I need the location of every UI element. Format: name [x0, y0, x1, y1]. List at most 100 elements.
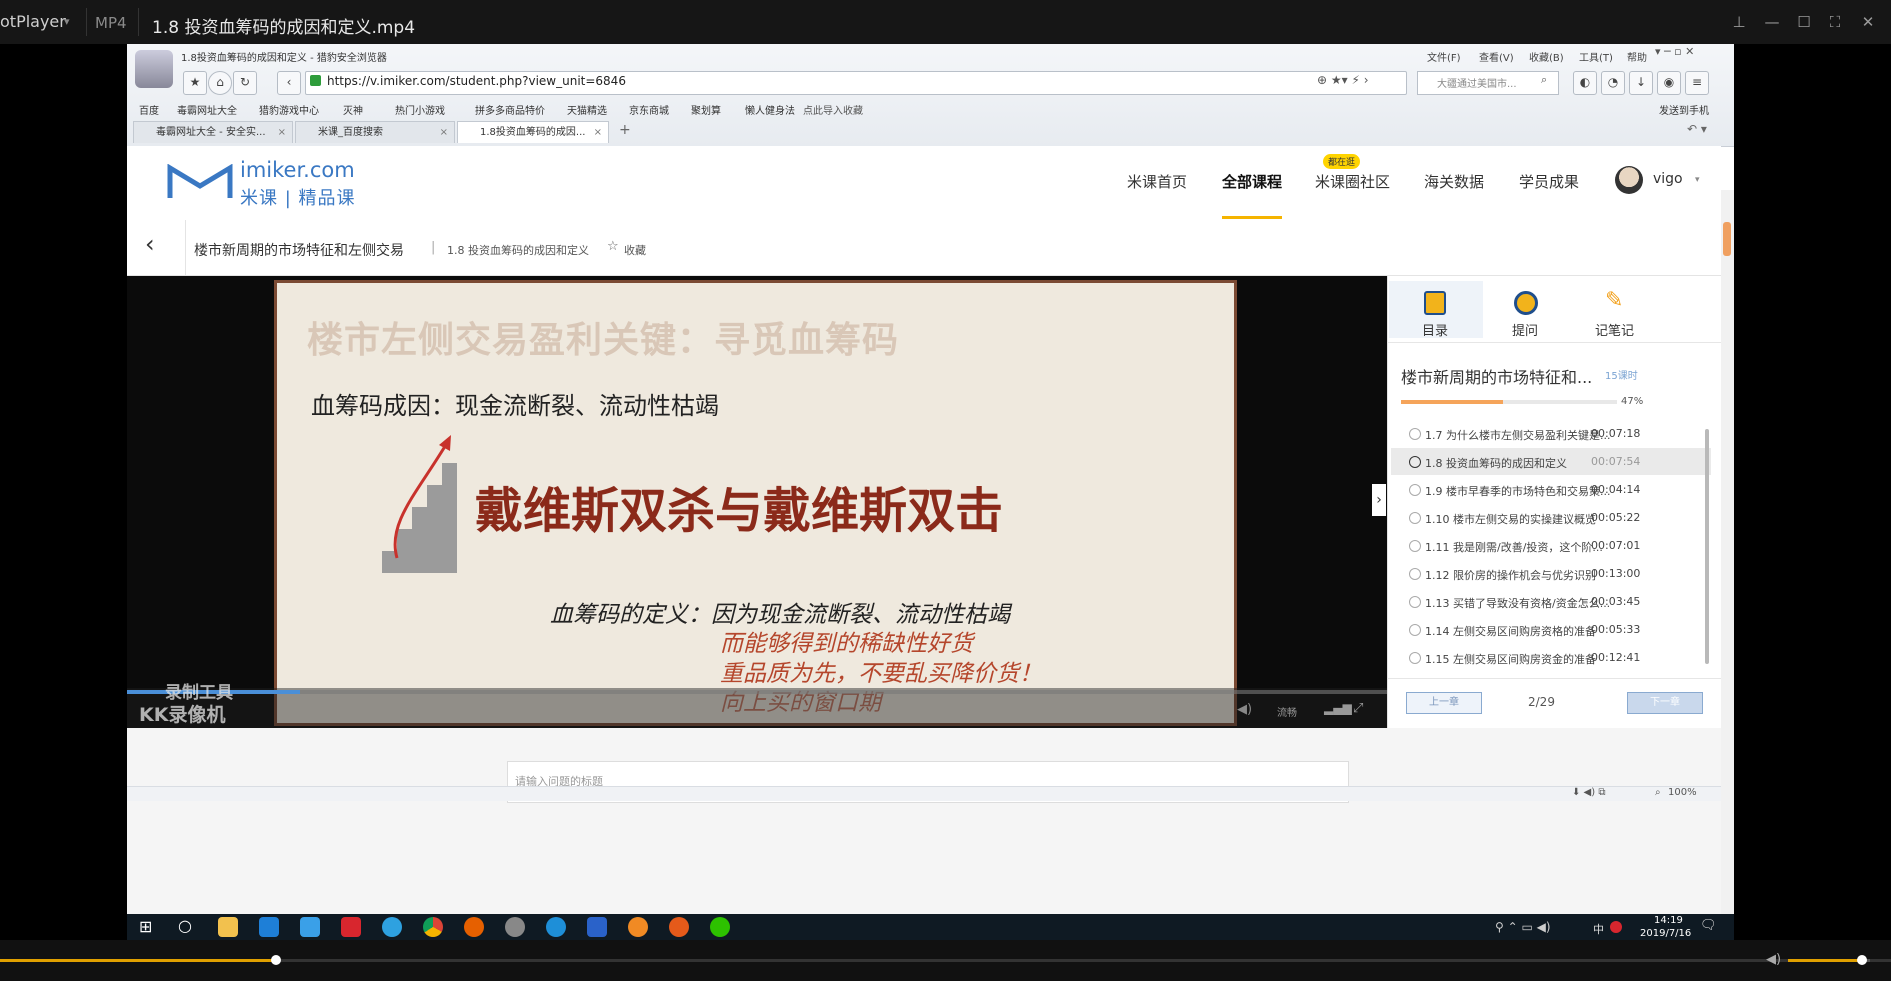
new-tab-icon[interactable]: +: [619, 122, 631, 138]
import-bookmarks-link[interactable]: 点此导入收藏: [803, 102, 863, 117]
nav-community[interactable]: 米课圈社区: [1315, 171, 1390, 192]
maximize-icon[interactable]: ☐: [1791, 10, 1817, 34]
bookmark[interactable]: 懒人健身法: [745, 102, 795, 117]
cortana-icon[interactable]: ○: [178, 916, 192, 935]
back-icon[interactable]: ‹: [277, 71, 301, 95]
home-icon[interactable]: ⌂: [208, 71, 232, 95]
bookmark[interactable]: 热门小游戏: [395, 102, 445, 117]
collapse-panel-icon[interactable]: ›: [1372, 484, 1386, 516]
chevron-left-icon[interactable]: ‹: [145, 230, 155, 258]
app-fox-icon[interactable]: [669, 917, 689, 937]
video-seek-track[interactable]: [127, 690, 1387, 694]
next-chapter-button[interactable]: 下一章: [1627, 692, 1703, 714]
lesson-item[interactable]: 1.9 楼市早春季的市场特色和交易策...: [1425, 483, 1725, 499]
notification-icon[interactable]: 🗨: [1700, 918, 1717, 933]
wechat-icon[interactable]: [710, 917, 730, 937]
volume-icon[interactable]: ◀): [1766, 952, 1781, 967]
quality-label[interactable]: 流畅: [1277, 704, 1297, 719]
refresh-icon[interactable]: ↻: [233, 71, 257, 95]
security-tray-icon[interactable]: [1610, 921, 1622, 933]
bookmark[interactable]: 灭神: [343, 102, 363, 117]
edge-icon[interactable]: [259, 917, 279, 937]
tab-tools-icon[interactable]: ↶ ▾: [1687, 122, 1707, 136]
imiker-logo-icon[interactable]: [167, 164, 233, 200]
nav-home[interactable]: 米课首页: [1127, 171, 1187, 192]
lesson-item[interactable]: 1.10 楼市左侧交易的实操建议概览: [1425, 511, 1725, 527]
user-name[interactable]: vigo: [1653, 171, 1683, 187]
window-controls[interactable]: ▾ ─ ▫ ✕: [1655, 45, 1694, 58]
explorer-icon[interactable]: [218, 917, 238, 937]
chrome-icon[interactable]: [423, 917, 443, 937]
minimize-icon[interactable]: —: [1759, 10, 1785, 34]
fullscreen-icon[interactable]: ⛶: [1822, 10, 1848, 34]
tab-close-icon[interactable]: ×: [278, 122, 286, 144]
favorite-label[interactable]: 收藏: [624, 242, 646, 258]
search-app-icon[interactable]: [546, 917, 566, 937]
favorite-icon[interactable]: ☆: [607, 239, 619, 254]
download-icon[interactable]: ↓: [1629, 71, 1653, 95]
app-orange-icon[interactable]: [628, 917, 648, 937]
page-scrollbar[interactable]: [1721, 190, 1734, 914]
tab-active[interactable]: 1.8投资血筹码的成因... ×: [457, 121, 609, 143]
tab[interactable]: 米课_百度搜索 ×: [295, 121, 455, 143]
ime-indicator[interactable]: 中: [1593, 921, 1604, 937]
zoom-level[interactable]: 100%: [1668, 787, 1697, 798]
menu-favorites[interactable]: 收藏(B): [1529, 49, 1564, 64]
bookmark[interactable]: 聚划算: [691, 102, 721, 117]
lesson-item[interactable]: 1.8 投资血筹码的成因和定义: [1425, 455, 1725, 471]
volume-icon[interactable]: ◀): [1237, 702, 1252, 717]
app-icon[interactable]: [505, 917, 525, 937]
prev-chapter-button[interactable]: 上一章: [1406, 692, 1482, 714]
menu-tools[interactable]: 工具(T): [1579, 49, 1613, 64]
bookmark[interactable]: 京东商城: [629, 102, 669, 117]
catalog-icon[interactable]: [1424, 291, 1446, 315]
menu-icon[interactable]: ≡: [1685, 71, 1709, 95]
menu-view[interactable]: 查看(V): [1479, 49, 1514, 64]
tool-icon[interactable]: ◔: [1601, 71, 1625, 95]
tab-close-icon[interactable]: ×: [594, 122, 602, 144]
lesson-item[interactable]: 1.14 左侧交易区间购房资格的准备: [1425, 623, 1725, 639]
pencil-icon[interactable]: ✎: [1605, 288, 1623, 313]
qq-browser-icon[interactable]: [382, 917, 402, 937]
fullscreen-icon[interactable]: ⤢: [1353, 701, 1363, 716]
nav-customs-data[interactable]: 海关数据: [1424, 171, 1484, 192]
lesson-item[interactable]: 1.15 左侧交易区间购房资金的准备: [1425, 651, 1725, 667]
volume-handle[interactable]: [1856, 955, 1867, 965]
bookmark[interactable]: 拼多多商品特价: [475, 102, 545, 117]
url-text[interactable]: https://v.imiker.com/student.php?view_un…: [327, 74, 626, 88]
question-icon[interactable]: [1514, 291, 1538, 315]
address-tools-icon[interactable]: ⊕ ★▾ ⚡ ›: [1317, 73, 1369, 87]
player-seek-track[interactable]: [0, 959, 1891, 962]
tab-catalog[interactable]: 目录: [1422, 320, 1448, 339]
scrollbar-thumb[interactable]: [1723, 222, 1731, 256]
tab-notes[interactable]: 记笔记: [1595, 320, 1634, 339]
lesson-item[interactable]: 1.11 我是刚需/改善/投资，这个阶...: [1425, 539, 1725, 555]
bookmark[interactable]: 毒霸网址大全: [177, 102, 237, 117]
back-button[interactable]: [127, 220, 186, 275]
course-title[interactable]: 楼市新周期的市场特征和左侧交易: [194, 240, 404, 260]
bookmark[interactable]: 百度: [139, 102, 159, 117]
list-scrollbar[interactable]: [1705, 429, 1709, 664]
nav-student-results[interactable]: 学员成果: [1519, 171, 1579, 192]
send-to-phone[interactable]: 发送到手机: [1659, 102, 1709, 117]
clock-date[interactable]: 2019/7/16: [1640, 928, 1691, 939]
ie-icon[interactable]: [300, 917, 320, 937]
chevron-down-icon[interactable]: ▾: [64, 15, 70, 28]
menu-file[interactable]: 文件(F): [1427, 49, 1461, 64]
close-icon[interactable]: ✕: [1855, 10, 1881, 34]
zoom-icon[interactable]: ⌕: [1655, 787, 1661, 798]
pin-icon[interactable]: ⊥: [1726, 10, 1752, 34]
menu-help[interactable]: 帮助: [1627, 49, 1647, 64]
tool-icon[interactable]: ◉: [1657, 71, 1681, 95]
bookmark[interactable]: 猎豹游戏中心: [259, 102, 319, 117]
avatar[interactable]: [1615, 166, 1643, 194]
nav-all-courses[interactable]: 全部课程: [1222, 171, 1282, 192]
app-red-icon[interactable]: [341, 917, 361, 937]
search-icon[interactable]: ⌕: [1541, 73, 1547, 87]
status-icons[interactable]: ⬇ ◀) ⧉: [1572, 787, 1605, 798]
tab-question[interactable]: 提问: [1512, 320, 1538, 339]
app-name[interactable]: otPlayer: [0, 12, 66, 31]
star-icon[interactable]: ★: [183, 71, 207, 95]
clock-time[interactable]: 14:19: [1654, 915, 1683, 926]
lesson-item[interactable]: 1.13 买错了导致没有资格/资金怎么...: [1425, 595, 1725, 611]
